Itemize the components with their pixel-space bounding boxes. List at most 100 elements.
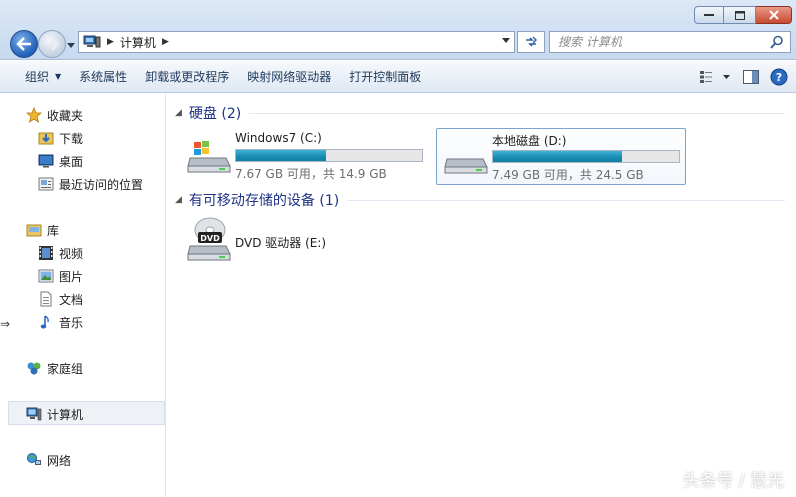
search-box[interactable] — [549, 31, 791, 53]
sidebar-item-label: 计算机 — [47, 407, 84, 422]
sidebar-item-label: 文档 — [59, 292, 84, 307]
sidebar-item-label: 家庭组 — [47, 361, 84, 376]
drive-usage-fill — [493, 151, 623, 162]
drive-name: 本地磁盘 (D:) — [492, 134, 567, 148]
open-control-panel-button[interactable]: 打开控制面板 — [340, 65, 430, 89]
recent-pages-dropdown[interactable] — [66, 40, 76, 50]
drive-usage-bar — [492, 150, 680, 163]
video-icon — [39, 246, 53, 260]
sidebar-item-homegroup[interactable]: 家庭组 — [26, 358, 83, 378]
breadcrumb-arrow-icon[interactable]: ▶ — [107, 37, 114, 47]
arrow-left-icon — [16, 37, 31, 51]
star-icon — [26, 107, 42, 123]
chevron-down-icon — [67, 42, 75, 48]
computer-icon — [83, 35, 101, 48]
address-bar[interactable]: ▶ 计算机 ▶ — [78, 31, 515, 53]
collapse-triangle-icon: ◢ — [175, 108, 182, 118]
group-header-removable[interactable]: ◢ 有可移动存储的设备 (1) — [175, 190, 785, 210]
drive-usage-fill — [236, 150, 327, 161]
sidebar-item-downloads[interactable]: 下载 — [38, 128, 83, 148]
drive-item-d[interactable]: 本地磁盘 (D:) 7.49 GB 可用，共 24.5 GB — [436, 128, 686, 185]
view-list-icon — [700, 71, 730, 83]
collapse-triangle-icon: ◢ — [175, 195, 182, 205]
close-icon — [768, 10, 779, 20]
sidebar-item-videos[interactable]: 视频 — [38, 243, 83, 263]
library-icon — [26, 224, 42, 237]
group-title: 硬盘 (2) — [188, 106, 242, 122]
content-area: ◢ 硬盘 (2) Windows7 (C:) 7.67 GB 可用，共 14.9… — [167, 94, 796, 497]
sidebar-item-label: 音乐 — [59, 315, 84, 330]
arrow-right-icon — [45, 37, 60, 51]
group-title: 有可移动存储的设备 (1) — [188, 193, 340, 209]
group-header-hard-disks[interactable]: ◢ 硬盘 (2) — [175, 103, 785, 123]
search-input[interactable] — [558, 35, 758, 49]
hard-drive-icon — [444, 158, 488, 174]
drive-free-space: 7.49 GB 可用，共 24.5 GB — [492, 168, 644, 182]
drive-item-c[interactable]: Windows7 (C:) 7.67 GB 可用，共 14.9 GB — [180, 128, 430, 184]
sidebar-item-music[interactable]: 音乐 — [38, 312, 83, 332]
maximize-icon — [734, 10, 745, 20]
sidebar-item-label: 网络 — [47, 453, 72, 468]
map-network-drive-button[interactable]: 映射网络驱动器 — [238, 65, 340, 89]
sidebar-item-pictures[interactable]: 图片 — [38, 266, 83, 286]
watermark-text: 头条号 / 慧光 — [682, 471, 784, 491]
chevron-down-icon: ▼ — [55, 72, 62, 81]
homegroup-icon — [27, 362, 41, 375]
sidebar-item-favorites[interactable]: 收藏夹 — [26, 105, 83, 125]
view-options-button[interactable] — [696, 66, 734, 88]
sidebar-item-label: 图片 — [59, 269, 84, 284]
system-properties-button[interactable]: 系统属性 — [70, 65, 136, 89]
back-button[interactable] — [10, 30, 38, 58]
desktop-icon — [38, 154, 54, 168]
forward-button[interactable] — [38, 30, 66, 58]
organize-menu[interactable]: 组织 ▼ — [16, 65, 70, 89]
help-icon: ? — [770, 68, 788, 86]
sidebar-item-libraries[interactable]: 库 — [26, 220, 59, 240]
search-icon[interactable] — [770, 35, 784, 49]
pane-resize-arrow-icon[interactable]: ⇒ — [0, 317, 10, 331]
sidebar-item-label: 最近访问的位置 — [59, 177, 144, 192]
divider — [249, 112, 785, 114]
network-icon — [27, 453, 41, 465]
sidebar-item-documents[interactable]: 文档 — [38, 289, 83, 309]
organize-label: 组织 — [25, 70, 50, 84]
drive-usage-bar — [235, 149, 423, 162]
drive-name: Windows7 (C:) — [235, 131, 322, 145]
documents-icon — [40, 291, 52, 307]
command-bar: 组织 ▼ 系统属性 卸载或更改程序 映射网络驱动器 打开控制面板 ? — [0, 61, 796, 93]
maximize-button[interactable] — [724, 6, 756, 24]
preview-pane-button[interactable] — [740, 66, 762, 88]
recent-places-icon — [38, 177, 54, 191]
computer-icon — [26, 407, 42, 421]
refresh-icon — [526, 36, 537, 47]
sidebar-item-label: 下载 — [59, 131, 84, 146]
breadcrumb-arrow-icon[interactable]: ▶ — [162, 37, 169, 47]
minimize-button[interactable] — [694, 6, 724, 24]
pictures-icon — [38, 269, 54, 283]
sidebar-item-label: 桌面 — [59, 154, 84, 169]
address-dropdown-icon[interactable] — [502, 38, 510, 43]
divider — [347, 199, 785, 201]
uninstall-program-button[interactable]: 卸载或更改程序 — [136, 65, 238, 89]
sidebar-item-recent-places[interactable]: 最近访问的位置 — [38, 174, 143, 194]
minimize-icon — [704, 14, 714, 16]
sidebar-item-label: 库 — [47, 223, 60, 238]
sidebar-item-label: 视频 — [59, 246, 84, 261]
navigation-pane: 收藏夹 下载 桌面 最近访问的位置 库 视频 图片 文档 音乐 家庭组 计算机 — [0, 94, 166, 497]
help-button[interactable]: ? — [768, 66, 790, 88]
downloads-folder-icon — [38, 132, 54, 145]
sidebar-item-label: 收藏夹 — [47, 108, 84, 123]
drive-free-space: 7.67 GB 可用，共 14.9 GB — [235, 167, 387, 181]
drive-name: DVD 驱动器 (E:) — [235, 236, 327, 250]
close-button[interactable] — [756, 6, 792, 24]
sidebar-item-desktop[interactable]: 桌面 — [38, 151, 83, 171]
refresh-button[interactable] — [517, 31, 545, 53]
breadcrumb-computer[interactable]: 计算机 — [120, 34, 156, 51]
dvd-drive-icon: DVD — [187, 217, 231, 261]
sidebar-item-network[interactable]: 网络 — [26, 450, 71, 470]
sidebar-item-computer[interactable]: 计算机 — [26, 404, 83, 424]
svg-text:?: ? — [776, 71, 782, 84]
windows-drive-icon — [187, 141, 231, 173]
drive-item-e[interactable]: DVD DVD 驱动器 (E:) — [180, 216, 430, 272]
music-note-icon — [40, 315, 49, 329]
